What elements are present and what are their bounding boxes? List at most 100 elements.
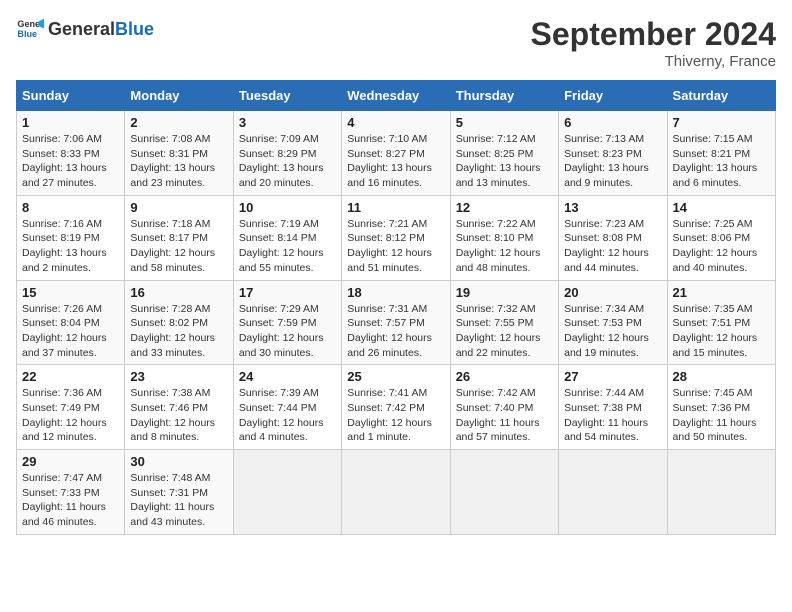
day-info: Sunrise: 7:32 AM Sunset: 7:55 PM Dayligh… — [456, 302, 553, 361]
day-info: Sunrise: 7:12 AM Sunset: 8:25 PM Dayligh… — [456, 132, 553, 191]
day-info: Sunrise: 7:08 AM Sunset: 8:31 PM Dayligh… — [130, 132, 227, 191]
day-number: 17 — [239, 285, 336, 300]
day-info: Sunrise: 7:18 AM Sunset: 8:17 PM Dayligh… — [130, 217, 227, 276]
day-cell: 5 Sunrise: 7:12 AM Sunset: 8:25 PM Daylig… — [450, 111, 558, 196]
day-number: 28 — [673, 369, 770, 384]
day-cell: 15 Sunrise: 7:26 AM Sunset: 8:04 PM Dayli… — [17, 280, 125, 365]
col-header-tuesday: Tuesday — [233, 81, 341, 111]
day-cell: 22Sunrise: 7:36 AM Sunset: 7:49 PM Dayli… — [17, 365, 125, 450]
day-info: Sunrise: 7:25 AM Sunset: 8:06 PM Dayligh… — [673, 217, 770, 276]
day-cell: 12 Sunrise: 7:22 AM Sunset: 8:10 PM Dayli… — [450, 195, 558, 280]
day-number: 21 — [673, 285, 770, 300]
svg-text:Blue: Blue — [17, 29, 37, 39]
day-number: 26 — [456, 369, 553, 384]
day-cell: 4 Sunrise: 7:10 AM Sunset: 8:27 PM Daylig… — [342, 111, 450, 196]
day-cell: 18Sunrise: 7:31 AM Sunset: 7:57 PM Dayli… — [342, 280, 450, 365]
day-info: Sunrise: 7:41 AM Sunset: 7:42 PM Dayligh… — [347, 386, 444, 445]
day-number: 6 — [564, 115, 661, 130]
day-info: Sunrise: 7:28 AM Sunset: 8:02 PM Dayligh… — [130, 302, 227, 361]
day-info: Sunrise: 7:45 AM Sunset: 7:36 PM Dayligh… — [673, 386, 770, 445]
day-info: Sunrise: 7:36 AM Sunset: 7:49 PM Dayligh… — [22, 386, 119, 445]
day-number: 13 — [564, 200, 661, 215]
day-cell: 20 Sunrise: 7:34 AM Sunset: 7:53 PM Dayli… — [559, 280, 667, 365]
week-row-4: 22Sunrise: 7:36 AM Sunset: 7:49 PM Dayli… — [17, 365, 776, 450]
day-info: Sunrise: 7:44 AM Sunset: 7:38 PM Dayligh… — [564, 386, 661, 445]
day-number: 7 — [673, 115, 770, 130]
day-cell: 28 Sunrise: 7:45 AM Sunset: 7:36 PM Dayli… — [667, 365, 775, 450]
week-row-1: 1 Sunrise: 7:06 AM Sunset: 8:33 PM Daylig… — [17, 111, 776, 196]
day-cell: 7 Sunrise: 7:15 AM Sunset: 8:21 PM Daylig… — [667, 111, 775, 196]
day-cell: 17Sunrise: 7:29 AM Sunset: 7:59 PM Dayli… — [233, 280, 341, 365]
day-number: 4 — [347, 115, 444, 130]
day-info: Sunrise: 7:35 AM Sunset: 7:51 PM Dayligh… — [673, 302, 770, 361]
day-cell: 19 Sunrise: 7:32 AM Sunset: 7:55 PM Dayli… — [450, 280, 558, 365]
day-info: Sunrise: 7:21 AM Sunset: 8:12 PM Dayligh… — [347, 217, 444, 276]
day-cell: 2 Sunrise: 7:08 AM Sunset: 8:31 PM Daylig… — [125, 111, 233, 196]
day-cell: 25Sunrise: 7:41 AM Sunset: 7:42 PM Dayli… — [342, 365, 450, 450]
day-number: 5 — [456, 115, 553, 130]
day-cell: 29 Sunrise: 7:47 AM Sunset: 7:33 PM Dayli… — [17, 450, 125, 535]
day-number: 15 — [22, 285, 119, 300]
col-header-thursday: Thursday — [450, 81, 558, 111]
calendar-table: SundayMondayTuesdayWednesdayThursdayFrid… — [16, 80, 776, 535]
logo: General Blue GeneralBlue — [16, 16, 154, 44]
day-cell: 23 Sunrise: 7:38 AM Sunset: 7:46 PM Dayli… — [125, 365, 233, 450]
col-header-saturday: Saturday — [667, 81, 775, 111]
day-cell — [233, 450, 341, 535]
day-number: 29 — [22, 454, 119, 469]
day-info: Sunrise: 7:42 AM Sunset: 7:40 PM Dayligh… — [456, 386, 553, 445]
day-cell — [559, 450, 667, 535]
day-info: Sunrise: 7:34 AM Sunset: 7:53 PM Dayligh… — [564, 302, 661, 361]
logo-line1: General — [48, 19, 115, 39]
day-cell: 13Sunrise: 7:23 AM Sunset: 8:08 PM Dayli… — [559, 195, 667, 280]
logo-text: GeneralBlue — [48, 20, 154, 40]
day-cell: 8Sunrise: 7:16 AM Sunset: 8:19 PM Daylig… — [17, 195, 125, 280]
day-cell: 6Sunrise: 7:13 AM Sunset: 8:23 PM Daylig… — [559, 111, 667, 196]
day-cell: 30Sunrise: 7:48 AM Sunset: 7:31 PM Dayli… — [125, 450, 233, 535]
col-header-friday: Friday — [559, 81, 667, 111]
day-cell: 11 Sunrise: 7:21 AM Sunset: 8:12 PM Dayli… — [342, 195, 450, 280]
day-cell: 27Sunrise: 7:44 AM Sunset: 7:38 PM Dayli… — [559, 365, 667, 450]
day-info: Sunrise: 7:15 AM Sunset: 8:21 PM Dayligh… — [673, 132, 770, 191]
day-info: Sunrise: 7:31 AM Sunset: 7:57 PM Dayligh… — [347, 302, 444, 361]
day-cell: 21 Sunrise: 7:35 AM Sunset: 7:51 PM Dayli… — [667, 280, 775, 365]
day-info: Sunrise: 7:38 AM Sunset: 7:46 PM Dayligh… — [130, 386, 227, 445]
day-info: Sunrise: 7:22 AM Sunset: 8:10 PM Dayligh… — [456, 217, 553, 276]
col-header-sunday: Sunday — [17, 81, 125, 111]
day-cell: 3 Sunrise: 7:09 AM Sunset: 8:29 PM Daylig… — [233, 111, 341, 196]
day-number: 2 — [130, 115, 227, 130]
day-number: 12 — [456, 200, 553, 215]
title-area: September 2024 Thiverny, France — [531, 16, 776, 70]
day-info: Sunrise: 7:26 AM Sunset: 8:04 PM Dayligh… — [22, 302, 119, 361]
day-cell — [667, 450, 775, 535]
day-info: Sunrise: 7:47 AM Sunset: 7:33 PM Dayligh… — [22, 471, 119, 530]
day-number: 10 — [239, 200, 336, 215]
location-title: Thiverny, France — [531, 53, 776, 70]
day-number: 14 — [673, 200, 770, 215]
header: General Blue GeneralBlue September 2024 … — [16, 16, 776, 70]
day-number: 19 — [456, 285, 553, 300]
day-info: Sunrise: 7:06 AM Sunset: 8:33 PM Dayligh… — [22, 132, 119, 191]
day-info: Sunrise: 7:19 AM Sunset: 8:14 PM Dayligh… — [239, 217, 336, 276]
day-number: 1 — [22, 115, 119, 130]
day-number: 11 — [347, 200, 444, 215]
logo-line2: Blue — [115, 19, 154, 39]
day-info: Sunrise: 7:09 AM Sunset: 8:29 PM Dayligh… — [239, 132, 336, 191]
day-info: Sunrise: 7:10 AM Sunset: 8:27 PM Dayligh… — [347, 132, 444, 191]
day-number: 23 — [130, 369, 227, 384]
day-cell — [342, 450, 450, 535]
day-info: Sunrise: 7:48 AM Sunset: 7:31 PM Dayligh… — [130, 471, 227, 530]
logo-icon: General Blue — [16, 16, 44, 44]
day-cell — [450, 450, 558, 535]
week-row-2: 8Sunrise: 7:16 AM Sunset: 8:19 PM Daylig… — [17, 195, 776, 280]
day-number: 3 — [239, 115, 336, 130]
day-cell: 16Sunrise: 7:28 AM Sunset: 8:02 PM Dayli… — [125, 280, 233, 365]
header-row: SundayMondayTuesdayWednesdayThursdayFrid… — [17, 81, 776, 111]
day-cell: 14 Sunrise: 7:25 AM Sunset: 8:06 PM Dayli… — [667, 195, 775, 280]
day-cell: 10 Sunrise: 7:19 AM Sunset: 8:14 PM Dayli… — [233, 195, 341, 280]
day-number: 8 — [22, 200, 119, 215]
week-row-3: 15 Sunrise: 7:26 AM Sunset: 8:04 PM Dayli… — [17, 280, 776, 365]
day-number: 20 — [564, 285, 661, 300]
day-cell: 1 Sunrise: 7:06 AM Sunset: 8:33 PM Daylig… — [17, 111, 125, 196]
day-number: 24 — [239, 369, 336, 384]
